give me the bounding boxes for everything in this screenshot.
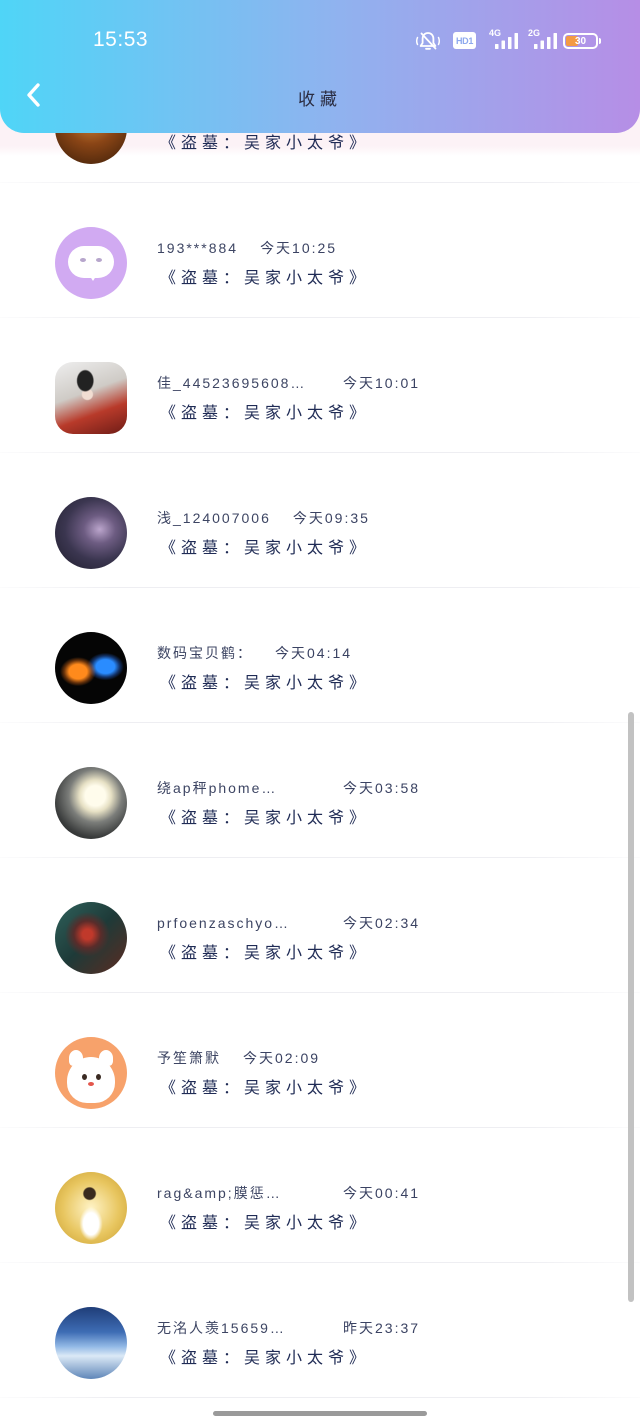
- list-item[interactable]: rag&amp;膜惩… 今天00:41 《盗墓：吴家小太爷》: [0, 1128, 640, 1263]
- book-title: 《盗墓：吴家小太爷》: [160, 675, 371, 692]
- timestamp: 今天04:14: [275, 645, 353, 661]
- item-meta: 予笙箫默 今天02:09: [157, 1048, 320, 1068]
- list-item[interactable]: 数码宝贝鹤： 今天04:14 《盗墓：吴家小太爷》: [0, 588, 640, 723]
- scrollbar[interactable]: [628, 712, 634, 1302]
- mute-bell-icon: [415, 32, 441, 50]
- dog-eye: [82, 1074, 87, 1080]
- item-meta: rag&amp;膜惩… 今天00:41: [157, 1183, 420, 1203]
- timestamp: 昨天23:37: [343, 1320, 421, 1336]
- book-title: 《盗墓：吴家小太爷》: [160, 810, 371, 827]
- hd-icon: HD1: [453, 32, 476, 49]
- book-title: 《盗墓：吴家小太爷》: [160, 540, 371, 557]
- user-avatar: [55, 227, 127, 299]
- timestamp: 今天10:25: [260, 240, 338, 256]
- timestamp: 今天02:34: [343, 915, 421, 931]
- item-meta: prfoenzaschyo… 今天02:34: [157, 913, 420, 933]
- item-meta: 无洺人羡15659… 昨天23:37: [157, 1318, 420, 1338]
- user-avatar: [55, 1307, 127, 1379]
- book-title: 《盗墓：吴家小太爷》: [160, 1080, 371, 1097]
- list-item[interactable]: 予笙箫默 今天02:09 《盗墓：吴家小太爷》: [0, 993, 640, 1128]
- signal-2g-icon: [534, 33, 557, 49]
- user-name: 绕ap秤phome…: [157, 780, 278, 796]
- book-title: 《盗墓：吴家小太爷》: [160, 1215, 371, 1232]
- status-time: 15:53: [93, 28, 149, 51]
- timestamp: 今天09:35: [292, 510, 370, 526]
- user-name: 予笙箫默: [157, 1050, 221, 1066]
- chat-bubble-tail: [88, 273, 98, 281]
- user-avatar: [55, 497, 127, 569]
- user-name: 无洺人羡15659…: [157, 1320, 286, 1336]
- avatar-eye: [80, 258, 86, 262]
- dog-nose: [88, 1082, 94, 1086]
- user-name: rag&amp;膜惩…: [157, 1185, 282, 1201]
- dog-eye: [96, 1074, 101, 1080]
- timestamp: 今天10:01: [343, 375, 421, 391]
- list-item[interactable]: 193***884 今天10:25 《盗墓：吴家小太爷》: [0, 183, 640, 318]
- list-item[interactable]: 绕ap秤phome… 今天03:58 《盗墓：吴家小太爷》: [0, 723, 640, 858]
- book-title: 《盗墓：吴家小太爷》: [160, 1350, 371, 1367]
- book-title: 《盗墓：吴家小太爷》: [160, 405, 371, 422]
- dog-face-shape: [67, 1057, 115, 1103]
- user-name: 佳_44523695608…: [157, 375, 307, 391]
- user-avatar: [55, 362, 127, 434]
- list-item[interactable]: 浅_124007006 今天09:35 《盗墓：吴家小太爷》: [0, 453, 640, 588]
- user-avatar: [55, 1037, 127, 1109]
- user-name: 193***884: [157, 240, 239, 256]
- user-avatar: [55, 632, 127, 704]
- user-name: 浅_124007006: [157, 510, 271, 526]
- user-avatar: [55, 767, 127, 839]
- list-item[interactable]: 无洺人羡15659… 昨天23:37 《盗墓：吴家小太爷》: [0, 1263, 640, 1398]
- book-title: 《盗墓：吴家小太爷》: [160, 135, 371, 152]
- item-meta: 浅_124007006 今天09:35: [157, 508, 370, 528]
- user-avatar: [55, 902, 127, 974]
- battery-icon: 30: [563, 33, 598, 49]
- user-name: prfoenzaschyo…: [157, 915, 291, 931]
- page-title: 收藏: [298, 90, 342, 109]
- home-indicator[interactable]: [213, 1411, 427, 1416]
- user-name: 数码宝贝鹤：: [157, 645, 253, 661]
- timestamp: 今天03:58: [343, 780, 421, 796]
- timestamp: 今天00:41: [343, 1185, 421, 1201]
- signal-4g-icon: [495, 33, 518, 49]
- item-meta: 绕ap秤phome… 今天03:58: [157, 778, 420, 798]
- book-title: 《盗墓：吴家小太爷》: [160, 945, 371, 962]
- timestamp: 今天02:09: [243, 1050, 321, 1066]
- battery-nub: [599, 38, 601, 44]
- item-meta: 193***884 今天10:25: [157, 238, 337, 258]
- item-meta: 数码宝贝鹤： 今天04:14: [157, 643, 352, 663]
- book-title: 《盗墓：吴家小太爷》: [160, 270, 371, 287]
- user-avatar: [55, 1172, 127, 1244]
- list-item[interactable]: prfoenzaschyo… 今天02:34 《盗墓：吴家小太爷》: [0, 858, 640, 993]
- item-meta: 佳_44523695608… 今天10:01: [157, 373, 420, 393]
- app-header: 15:53 HD1 4G 2G 30 收藏: [0, 0, 640, 133]
- list-item[interactable]: 佳_44523695608… 今天10:01 《盗墓：吴家小太爷》: [0, 318, 640, 453]
- divider: [0, 1397, 640, 1398]
- avatar-eye: [96, 258, 102, 262]
- battery-percent: 30: [574, 35, 587, 47]
